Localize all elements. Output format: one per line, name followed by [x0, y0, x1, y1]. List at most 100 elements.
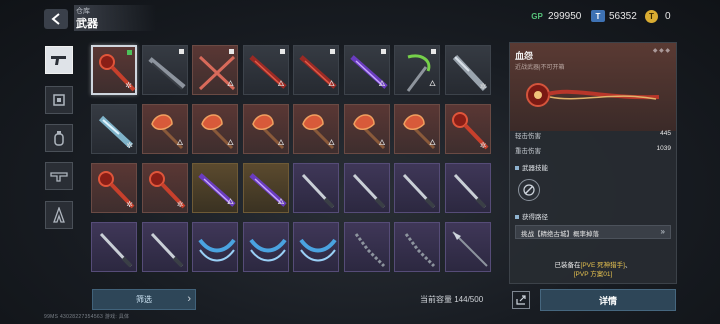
- character-icon: [53, 207, 65, 223]
- nav-character[interactable]: [45, 201, 73, 229]
- nunchaku-icon: [354, 233, 385, 268]
- equipped-pvp: [PVP 方案01]: [573, 271, 613, 278]
- filter-button[interactable]: 筛选 ›: [92, 289, 196, 310]
- weapon-slot[interactable]: [343, 163, 390, 213]
- element-badge-icon: 🜂: [227, 138, 234, 147]
- weapon-slot[interactable]: ✲: [91, 163, 137, 213]
- weapon-slot[interactable]: [394, 163, 440, 213]
- equipped-info: 已装备在[PVE 死神猎手]、 [PVP 方案01]: [510, 261, 676, 279]
- weapon-slot[interactable]: [394, 222, 440, 272]
- weapon-slot[interactable]: 🜂: [293, 104, 339, 154]
- weapon-slot[interactable]: 🜂: [242, 163, 289, 213]
- weapon-slot[interactable]: [141, 45, 188, 95]
- capacity-text: 当前容量 144/500: [420, 295, 484, 304]
- element-badge-icon: 🜂: [378, 79, 386, 88]
- gp-icon: GP: [531, 11, 543, 21]
- weapon-slot[interactable]: 🜂: [343, 45, 390, 95]
- light-attack-stat: 轻击伤害 445: [515, 130, 671, 140]
- element-badge-icon: 🜂: [378, 138, 386, 147]
- element-badge-icon: 🜂: [277, 79, 285, 88]
- slash-skill-icon: [523, 184, 535, 196]
- weapon-slot[interactable]: [293, 222, 339, 272]
- element-badge-icon: ✲: [176, 200, 184, 209]
- weapon-slot[interactable]: ✲: [141, 163, 188, 213]
- grenade-icon: [54, 131, 64, 146]
- dagger-icon: [453, 173, 486, 209]
- spear-icon: [451, 231, 488, 267]
- dagger-icon: [402, 173, 436, 209]
- stat-value: 1039: [656, 145, 671, 152]
- weapon-name: 血怨: [515, 51, 534, 61]
- nav-chip[interactable]: [45, 86, 73, 114]
- equipped-pve: [PVE 死神猎手]: [580, 262, 625, 269]
- blade-icon: [147, 57, 186, 90]
- status-mark: [431, 49, 436, 54]
- weapon-slot[interactable]: 🜂: [343, 104, 390, 154]
- weapon-slot[interactable]: [141, 222, 188, 272]
- element-badge-icon: 🜂: [227, 79, 234, 88]
- stat-value: 445: [660, 130, 671, 137]
- element-badge-icon: 🜂: [277, 138, 285, 147]
- weapon-slot[interactable]: 🜂: [242, 104, 289, 154]
- heavy-attack-stat: 重击伤害 1039: [515, 145, 671, 155]
- detail-button[interactable]: 详情: [540, 289, 676, 311]
- chip-icon: [53, 94, 65, 106]
- weapon-slot[interactable]: 🜂: [192, 163, 238, 213]
- status-mark: [229, 49, 234, 54]
- weapon-slot[interactable]: ✲: [444, 45, 491, 95]
- status-mark: [330, 49, 335, 54]
- source-section-title: 获得路径: [515, 211, 548, 221]
- element-badge-icon: 🜂: [429, 79, 436, 88]
- coin-value: 0: [665, 11, 671, 22]
- share-icon: [516, 295, 526, 305]
- status-mark: [178, 49, 184, 54]
- weapon-slot[interactable]: [293, 163, 339, 213]
- nunchaku-icon: [404, 233, 436, 268]
- gold-coin-icon: T: [645, 10, 658, 23]
- rifle-icon: [50, 172, 68, 182]
- nav-pistol[interactable]: [45, 46, 73, 74]
- weapon-slot[interactable]: [192, 222, 238, 272]
- weapon-slot[interactable]: 🜂: [293, 45, 339, 95]
- gp-currency: GP 299950: [530, 10, 581, 22]
- element-badge-icon: 🜂: [328, 79, 335, 88]
- source-path-button[interactable]: 挑战【精绝古城】概率掉落 »: [515, 225, 671, 239]
- weapon-slot[interactable]: ✲: [91, 45, 137, 95]
- weapon-slot[interactable]: ✲: [444, 104, 491, 154]
- element-badge-icon: ✲: [479, 82, 487, 91]
- element-badge-icon: 🜂: [328, 138, 335, 147]
- weapon-slot[interactable]: [444, 163, 491, 213]
- back-button[interactable]: [44, 9, 68, 29]
- equipped-separator: 、: [624, 262, 632, 269]
- element-badge-icon: 🜂: [176, 138, 184, 147]
- weapon-detail-panel: 血怨 近战武器|不可开箱 ◆ ◆ ◆ 轻击伤害 445 重击伤害 1039 武器…: [509, 42, 677, 284]
- twin-blades-icon: [299, 238, 337, 262]
- coin-currency: T 0: [645, 10, 671, 23]
- page-title: 武器: [76, 18, 98, 30]
- weapon-slot[interactable]: 🜂: [192, 45, 238, 95]
- weapon-slot[interactable]: ✲: [91, 104, 137, 154]
- share-button[interactable]: [512, 291, 530, 309]
- element-badge-icon: 🜂: [277, 197, 285, 206]
- dagger-icon: [99, 232, 133, 268]
- weapon-slot[interactable]: [242, 222, 289, 272]
- detail-label: 详情: [598, 295, 617, 306]
- equipped-label: 已装备在: [554, 262, 581, 269]
- weapon-slot[interactable]: [91, 222, 137, 272]
- status-mark: [127, 50, 132, 55]
- weapon-slot[interactable]: 🜂: [394, 104, 440, 154]
- weapon-skill-icon[interactable]: [518, 179, 540, 201]
- twin-blades-icon: [198, 238, 236, 262]
- top-bar: 仓库 武器 GP 299950 T 56352 T 0: [0, 0, 720, 36]
- weapon-slot[interactable]: 🜂: [394, 45, 440, 95]
- gp-value: 299950: [548, 10, 582, 22]
- filter-label: 筛选: [136, 295, 152, 304]
- nav-grenade[interactable]: [45, 124, 73, 152]
- weapon-slot[interactable]: 🜂: [141, 104, 188, 154]
- page-title-block: 仓库 武器: [74, 5, 156, 31]
- weapon-slot[interactable]: [444, 222, 491, 272]
- nav-rifle[interactable]: [45, 162, 73, 190]
- weapon-slot[interactable]: [343, 222, 390, 272]
- weapon-slot[interactable]: 🜂: [242, 45, 289, 95]
- weapon-slot[interactable]: 🜂: [192, 104, 238, 154]
